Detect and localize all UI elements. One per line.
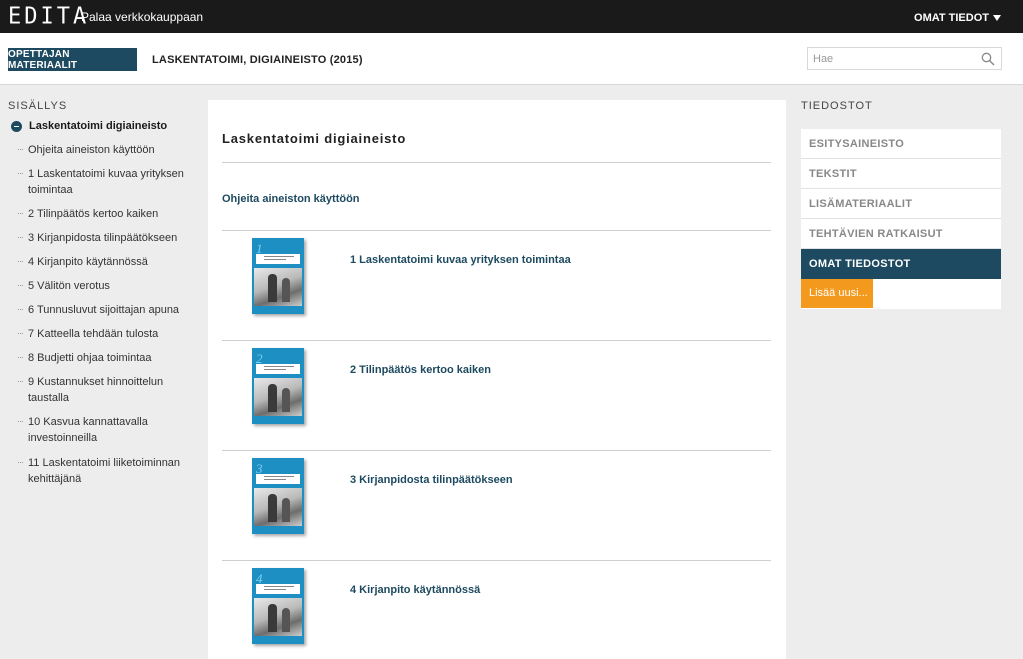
account-menu[interactable]: OMAT TIEDOT [914,12,1001,24]
search-box [807,47,1002,70]
files-heading: TIEDOSTOT [801,100,873,112]
teacher-materials-button[interactable]: OPETTAJAN MATERIAALIT [8,48,137,71]
back-to-store-link[interactable]: Palaa verkkokauppaan [81,10,203,24]
toc-item[interactable]: 4 Kirjanpito käytännössä [18,254,198,270]
chapter-link[interactable]: 2 Tilinpäätös kertoo kaiken [350,364,491,376]
search-icon[interactable] [981,52,995,66]
chapter-link[interactable]: 1 Laskentatoimi kuvaa yrityksen toiminta… [350,254,571,266]
add-new-button[interactable]: Lisää uusi... [801,279,873,308]
toc-item[interactable]: 7 Katteella tehdään tulosta [18,326,198,342]
divider [222,340,771,341]
page-header: OPETTAJAN MATERIAALIT LASKENTATOIMI, DIG… [0,33,1023,85]
my-files-area: Lisää uusi... [801,279,1001,309]
toc-heading: SISÄLLYS [8,100,68,112]
chapter-cover-image[interactable]: 1 [252,238,304,314]
toc-item[interactable]: 8 Budjetti ohjaa toimintaa [18,350,198,366]
toc-item[interactable]: 5 Välitön verotus [18,278,198,294]
chapter-cover-image[interactable]: 2 [252,348,304,424]
edita-logo[interactable]: EDITA [8,3,89,29]
product-title: LASKENTATOIMI, DIGIAINEISTO (2015) [152,54,363,66]
file-category-my-files[interactable]: OMAT TIEDOSTOT [801,249,1001,279]
divider [222,560,771,561]
toc-item[interactable]: 11 Laskentatoimi liiketoiminnan kehittäj… [18,455,198,487]
account-label: OMAT TIEDOT [914,12,989,24]
chapter-link[interactable]: 4 Kirjanpito käytännössä [350,584,480,596]
page-title: Laskentatoimi digiaineisto [222,131,407,146]
toc-sidebar: SISÄLLYS Laskentatoimi digiaineisto Ohje… [0,85,208,659]
top-bar: EDITA Palaa verkkokauppaan OMAT TIEDOT [0,0,1023,33]
file-category-texts[interactable]: TEKSTIT [801,159,1001,189]
search-input[interactable] [808,48,978,69]
divider [222,162,771,163]
divider [222,450,771,451]
toc-item[interactable]: 10 Kasvua kannattavalla investoinneilla [18,414,198,446]
toc-root-item[interactable]: Laskentatoimi digiaineisto [11,120,167,132]
toc-root-label: Laskentatoimi digiaineisto [29,120,168,132]
toc-item[interactable]: 6 Tunnusluvut sijoittajan apuna [18,302,198,318]
caret-down-icon [993,15,1001,21]
toc-item[interactable]: 9 Kustannukset hinnoittelun taustalla [18,374,198,406]
divider [222,230,771,231]
file-category-extra-materials[interactable]: LISÄMATERIAALIT [801,189,1001,219]
main-content: Laskentatoimi digiaineisto Ohjeita ainei… [208,100,786,659]
toc-item[interactable]: 1 Laskentatoimi kuvaa yrityksen toiminta… [18,166,198,198]
file-category-solutions[interactable]: TEHTÄVIEN RATKAISUT [801,219,1001,249]
toc-item[interactable]: 2 Tilinpäätös kertoo kaiken [18,206,198,222]
chapter-link[interactable]: 3 Kirjanpidosta tilinpäätökseen [350,474,513,486]
help-link[interactable]: Ohjeita aineiston käyttöön [222,193,360,205]
files-panel: ESITYSAINEISTO TEKSTIT LISÄMATERIAALIT T… [801,129,1001,309]
toc-item[interactable]: 3 Kirjanpidosta tilinpäätökseen [18,230,198,246]
chapter-cover-image[interactable]: 3 [252,458,304,534]
collapse-icon[interactable] [11,120,22,132]
file-category-presentations[interactable]: ESITYSAINEISTO [801,129,1001,159]
chapter-cover-image[interactable]: 4 [252,568,304,644]
toc-item[interactable]: Ohjeita aineiston käyttöön [18,142,198,158]
